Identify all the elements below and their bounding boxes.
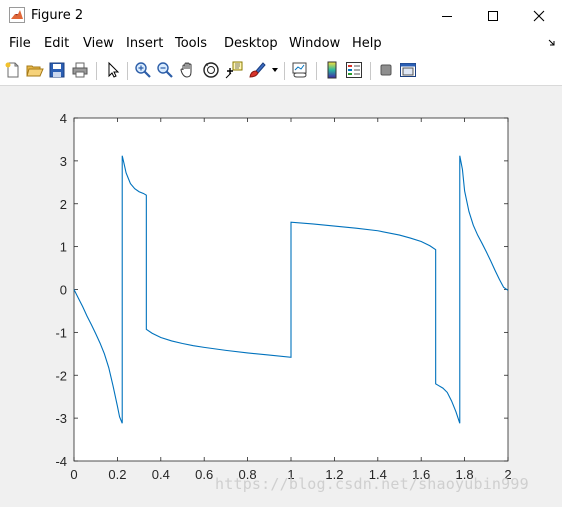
y-tick-label: 1 — [60, 240, 67, 255]
y-tick-label: -3 — [55, 411, 67, 426]
y-tick-label: -2 — [55, 368, 67, 383]
x-tick-label: 0.6 — [195, 467, 213, 482]
x-tick-label: 0 — [70, 467, 77, 482]
y-tick-label: 4 — [60, 111, 67, 126]
y-tick-label: 0 — [60, 283, 67, 298]
y-tick-label: -4 — [55, 454, 67, 469]
watermark-text: https://blog.csdn.net/shaoyubin999 — [215, 475, 529, 493]
line-plot[interactable]: 0 0.2 0.4 0.6 0.8 1 1.2 1.4 1.6 1.8 243210-1-2-3-4 — [0, 0, 562, 507]
y-tick-label: 3 — [60, 154, 67, 169]
y-tick-label: 2 — [60, 197, 67, 212]
figure-window: Figure 2 File Edit View Insert Tools Des… — [0, 0, 562, 507]
x-tick-label: 0.2 — [108, 467, 126, 482]
y-tick-label: -1 — [55, 325, 67, 340]
x-tick-label: 0.4 — [152, 467, 170, 482]
